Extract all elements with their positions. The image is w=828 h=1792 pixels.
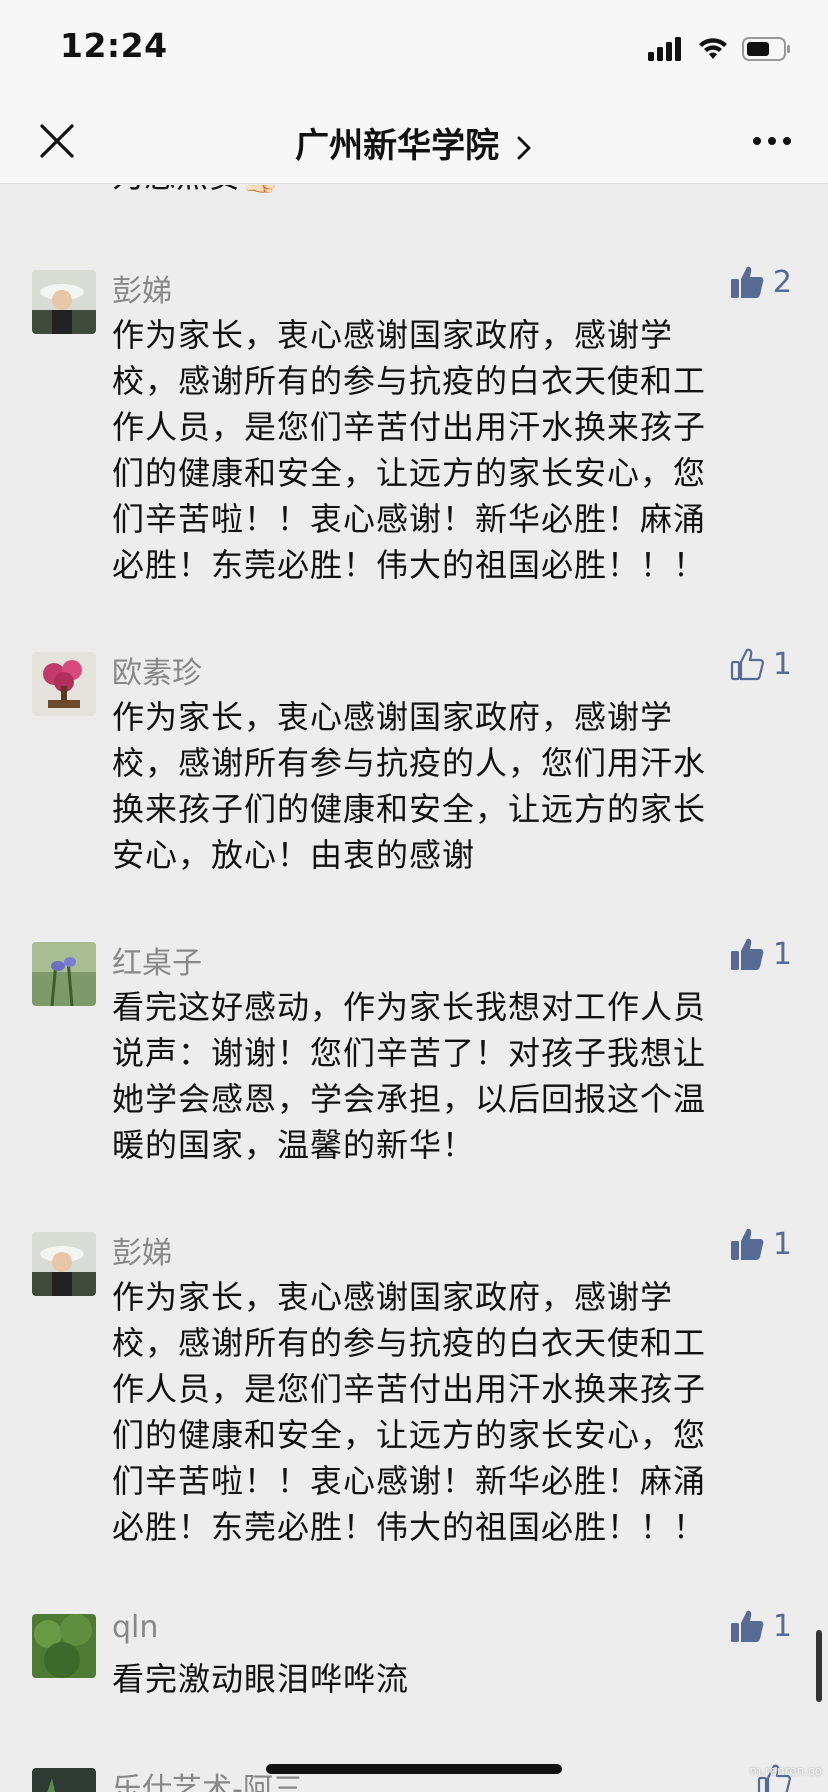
avatar-image (32, 1232, 96, 1296)
comment-text: 作为家长，衷心感谢国家政府，感谢学 校，感谢所有的参与抗疫的白衣天使和工 作人员… (112, 316, 707, 584)
like-button[interactable]: 1 (729, 1226, 792, 1262)
thumbs-up-outline-icon (730, 648, 764, 681)
avatar[interactable] (32, 1768, 96, 1792)
comment-author[interactable]: qln (112, 1610, 158, 1645)
cellular-signal-icon (648, 37, 681, 61)
like-button[interactable]: 1 (729, 1608, 792, 1644)
comment-author[interactable]: 红桌子 (112, 938, 202, 982)
comment-text: 作为家长，衷心感谢国家政府，感谢学 校，感谢所有参与抗疫的人，您们用汗水 换来孩… (112, 698, 707, 874)
account-name: 广州新华学院 (295, 126, 500, 166)
like-count: 1 (772, 1226, 792, 1262)
comment-author[interactable]: 彭娣 (112, 1228, 172, 1272)
avatar[interactable] (32, 652, 96, 716)
more-icon[interactable] (752, 134, 792, 148)
avatar[interactable] (32, 270, 96, 334)
home-indicator[interactable] (266, 1764, 562, 1774)
comment-text: 看完这好感动，作为家长我想对工作人员 说声：谢谢！您们辛苦了！对孩子我想让 她学… (112, 988, 707, 1164)
like-count: 1 (772, 646, 792, 682)
comment-feed[interactable]: 为您点赞👍🏻 彭娣 2 作为家长，衷心感谢国家政府，感谢学 校，感谢所有的参与抗… (0, 185, 828, 1792)
page-title[interactable]: 广州新华学院 (0, 118, 828, 167)
wifi-icon (699, 38, 727, 59)
avatar-image (32, 1768, 96, 1792)
watermark: m.renren.co (749, 1764, 822, 1778)
partial-comment-text: 为您点赞👍🏻 (112, 185, 280, 197)
comment-author[interactable]: 欧素珍 (112, 648, 202, 692)
thumbs-up-filled-icon (730, 938, 764, 970)
like-button[interactable]: 1 (729, 936, 792, 972)
like-count: 2 (772, 264, 792, 300)
like-count: 1 (772, 1608, 792, 1644)
like-button[interactable]: 2 (729, 264, 792, 300)
like-button[interactable]: 1 (729, 646, 792, 682)
status-icons (648, 34, 792, 64)
battery-icon (742, 37, 790, 61)
status-time: 12:24 (60, 26, 168, 65)
comment-text: 看完激动眼泪哗哗流 (112, 1660, 410, 1698)
avatar-image (32, 270, 96, 334)
thumbs-up-filled-icon (730, 266, 764, 298)
status-bar: 12:24 (0, 0, 828, 100)
avatar-image (32, 942, 96, 1006)
chevron-right-icon (517, 136, 531, 159)
avatar[interactable] (32, 1232, 96, 1296)
comment-author[interactable]: 彭娣 (112, 266, 172, 310)
avatar-image (32, 1614, 96, 1678)
comment-text: 作为家长，衷心感谢国家政府，感谢学 校，感谢所有的参与抗疫的白衣天使和工 作人员… (112, 1278, 707, 1546)
thumbs-up-filled-icon (730, 1610, 764, 1642)
avatar[interactable] (32, 1614, 96, 1678)
avatar-image (32, 652, 96, 716)
like-count: 1 (772, 936, 792, 972)
nav-bar: 广州新华学院 (0, 100, 828, 184)
avatar[interactable] (32, 942, 96, 1006)
scroll-indicator[interactable] (816, 1630, 822, 1702)
thumbs-up-filled-icon (730, 1228, 764, 1260)
